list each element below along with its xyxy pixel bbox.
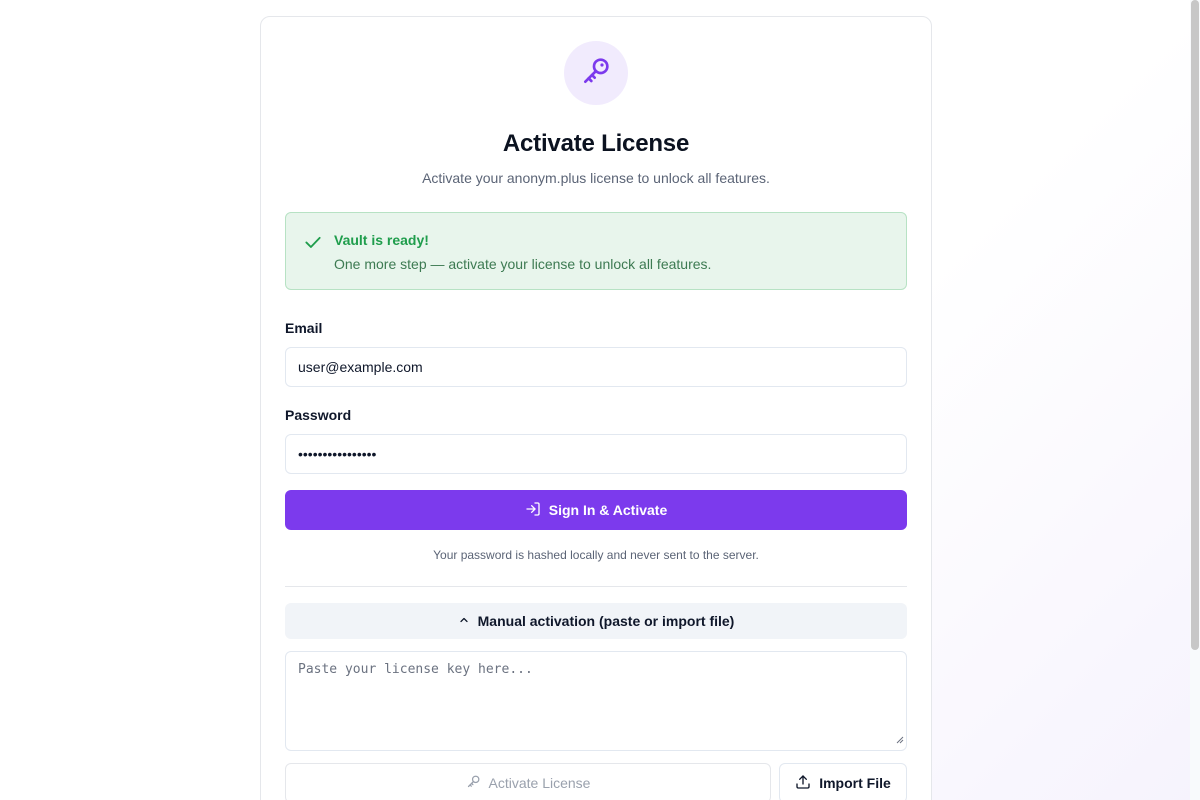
page-subtitle: Activate your anonym.plus license to unl… <box>422 170 770 186</box>
scrollbar-track[interactable] <box>1190 0 1200 800</box>
license-key-textarea[interactable]: Paste your license key here... <box>285 651 907 751</box>
sign-in-icon <box>525 501 541 520</box>
key-icon <box>580 55 612 92</box>
alert-message: One more step — activate your license to… <box>334 256 712 272</box>
manual-activation-toggle[interactable]: Manual activation (paste or import file) <box>285 603 907 639</box>
key-icon <box>466 774 481 792</box>
check-icon <box>303 232 323 257</box>
success-alert: Vault is ready! One more step — activate… <box>285 212 907 290</box>
scrollbar-thumb[interactable] <box>1191 0 1199 650</box>
sign-in-activate-label: Sign In & Activate <box>548 502 668 518</box>
alert-title: Vault is ready! <box>334 232 429 248</box>
page-title: Activate License <box>502 130 690 157</box>
email-label: Email <box>285 320 323 336</box>
sign-in-activate-button[interactable]: Sign In & Activate <box>285 490 907 530</box>
import-file-button[interactable]: Import File <box>779 763 907 800</box>
key-badge <box>564 41 628 105</box>
password-label: Password <box>285 407 352 423</box>
license-card: Activate License Activate your anonym.pl… <box>260 16 932 800</box>
password-field[interactable]: •••••••••••••••• <box>285 434 907 474</box>
activate-license-button[interactable]: Activate License <box>285 763 771 800</box>
divider <box>285 586 907 587</box>
activate-license-label: Activate License <box>488 775 591 791</box>
manual-activation-label: Manual activation (paste or import file) <box>477 613 735 629</box>
chevron-up-icon <box>458 613 470 629</box>
password-hint: Your password is hashed locally and neve… <box>433 548 759 562</box>
manual-actions: Activate License Import File <box>285 763 907 800</box>
resize-grip-icon[interactable] <box>896 733 904 748</box>
license-key-placeholder: Paste your license key here... <box>298 662 533 677</box>
email-field[interactable]: user@example.com <box>285 347 907 387</box>
upload-icon <box>795 774 811 793</box>
import-file-label: Import File <box>819 775 891 791</box>
